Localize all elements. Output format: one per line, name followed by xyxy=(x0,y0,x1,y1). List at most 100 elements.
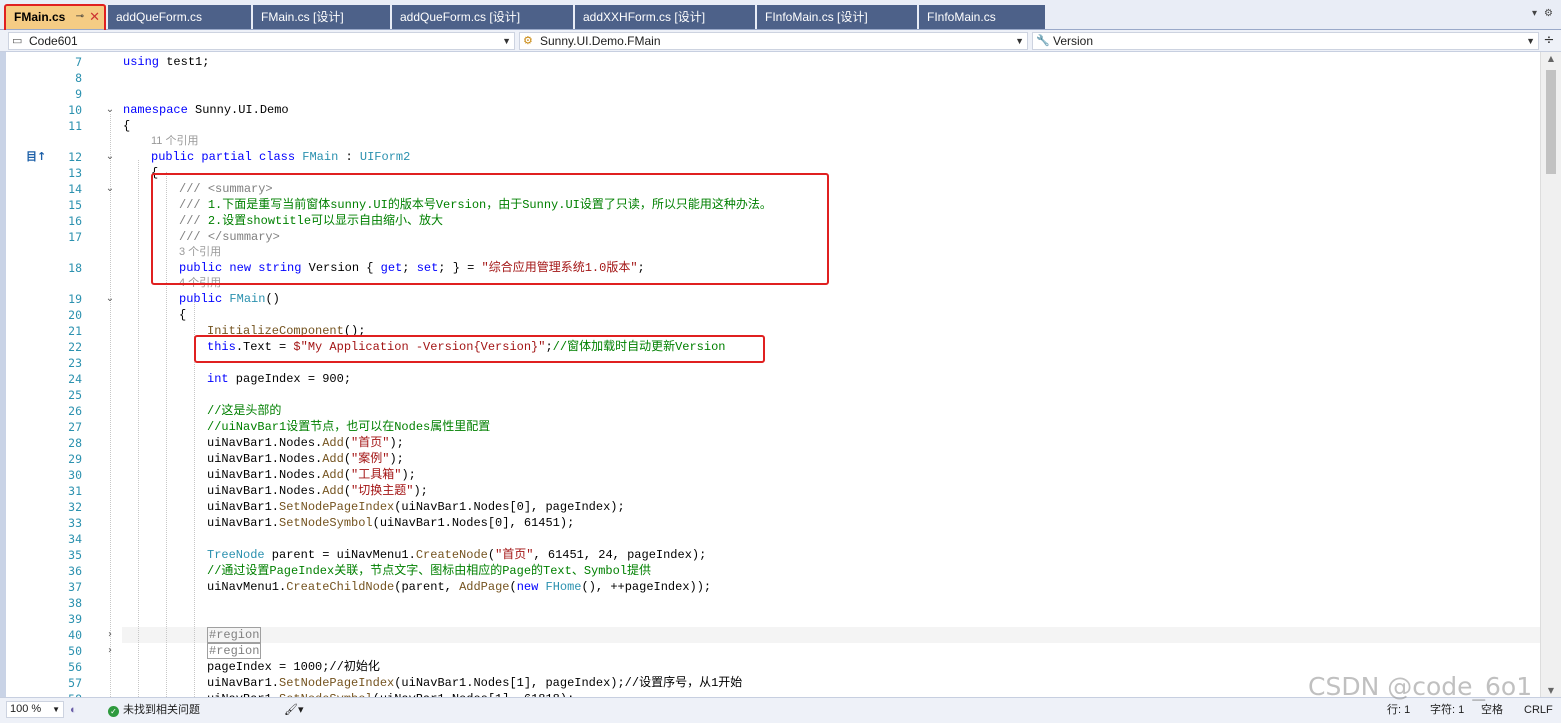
code-line[interactable]: 20 { xyxy=(6,307,1540,323)
chevron-down-icon: ▼ xyxy=(52,705,60,714)
line-number: 7 xyxy=(75,55,82,69)
code-line[interactable]: 12 ⌄ public partial class FMain : UIForm2 xyxy=(6,149,1540,165)
chevron-down-icon: ▼ xyxy=(502,36,511,46)
line-number: 50 xyxy=(68,644,82,658)
collapse-icon[interactable]: ⌄ xyxy=(104,291,116,307)
class-icon: ⚙ xyxy=(523,35,533,47)
check-icon: ✓ xyxy=(108,706,119,717)
code-text: uiNavBar1.Nodes.Add("案例"); xyxy=(207,452,404,466)
code-line[interactable]: 36 //通过设置PageIndex关联，节点文字、图标由相应的Page的Text… xyxy=(6,563,1540,579)
member-dropdown[interactable]: 🔧 Version ▼ xyxy=(1032,32,1539,50)
code-text: //这是头部的 xyxy=(207,404,282,418)
code-line[interactable]: 37 uiNavMenu1.CreateChildNode(parent, Add… xyxy=(6,579,1540,595)
code-line[interactable]: 25 xyxy=(6,387,1540,403)
code-text: uiNavBar1.SetNodePageIndex(uiNavBar1.Nod… xyxy=(207,676,743,690)
code-text: int pageIndex = 900; xyxy=(207,372,352,386)
line-number: 37 xyxy=(68,580,82,594)
codelens-references[interactable]: 11 个引用 xyxy=(151,133,198,149)
line-number: 29 xyxy=(68,452,82,466)
code-line[interactable]: 50 › #region xyxy=(6,643,1540,659)
code-line[interactable]: 34 xyxy=(6,531,1540,547)
scroll-down-icon[interactable]: ▼ xyxy=(1541,686,1561,695)
code-line[interactable]: 19 ⌄ public FMain() xyxy=(6,291,1540,307)
tab-fmain-design[interactable]: FMain.cs [设计] xyxy=(253,5,390,29)
code-line[interactable]: 7 using test1; xyxy=(6,54,1540,70)
code-text: public partial class FMain : UIForm2 xyxy=(151,150,411,164)
code-line[interactable]: 10 ⌄ namespace Sunny.UI.Demo xyxy=(6,102,1540,118)
code-text: //通过设置PageIndex关联，节点文字、图标由相应的Page的Text、S… xyxy=(207,564,652,578)
tab-label: addQueForm.cs xyxy=(116,10,203,24)
code-line[interactable]: 30 uiNavBar1.Nodes.Add("工具箱"); xyxy=(6,467,1540,483)
line-number: 39 xyxy=(68,612,82,626)
code-line[interactable]: 28 uiNavBar1.Nodes.Add("首页"); xyxy=(6,435,1540,451)
tab-addxxhform-design[interactable]: addXXHForm.cs [设计] xyxy=(575,5,755,29)
tab-finfomain-design[interactable]: FInfoMain.cs [设计] xyxy=(757,5,917,29)
code-line[interactable]: 39 xyxy=(6,611,1540,627)
line-number: 8 xyxy=(75,71,82,85)
collapse-icon[interactable]: ⌄ xyxy=(104,181,116,197)
code-line[interactable]: 27 //uiNavBar1设置节点，也可以在Nodes属性里配置 xyxy=(6,419,1540,435)
copilot-icon[interactable]: ◐ xyxy=(70,702,77,718)
code-text: { xyxy=(123,119,131,133)
code-line[interactable]: 8 xyxy=(6,70,1540,86)
line-number: 26 xyxy=(68,404,82,418)
vertical-scrollbar[interactable]: ▲ ▼ xyxy=(1540,52,1561,697)
code-line[interactable]: 9 xyxy=(6,86,1540,102)
code-line[interactable]: 40 › #region xyxy=(6,627,1540,643)
whitespace-indicator[interactable]: 空格 xyxy=(1481,702,1503,718)
line-number: 18 xyxy=(68,261,82,275)
class-name: Sunny.UI.Demo.FMain xyxy=(540,34,661,48)
issues-indicator[interactable]: ✓ 未找到相关问题 xyxy=(108,702,200,718)
code-text: uiNavBar1.Nodes.Add("工具箱"); xyxy=(207,468,416,482)
code-line[interactable]: 32 uiNavBar1.SetNodePageIndex(uiNavBar1.N… xyxy=(6,499,1540,515)
expand-icon[interactable]: › xyxy=(104,643,116,659)
col-indicator[interactable]: 字符: 1 xyxy=(1430,702,1464,718)
brush-icon[interactable]: 🖌▾ xyxy=(284,702,304,718)
tab-addqueform-cs[interactable]: addQueForm.cs xyxy=(108,5,251,29)
line-number: 20 xyxy=(68,308,82,322)
tab-label: FMain.cs [设计] xyxy=(261,10,344,24)
line-number: 19 xyxy=(68,292,82,306)
project-icon: ▭ xyxy=(12,35,23,47)
line-number: 57 xyxy=(68,676,82,690)
tab-overflow-icon[interactable]: ⚙ xyxy=(1544,8,1553,19)
annotation-box-version xyxy=(151,173,829,285)
code-line[interactable]: 35 TreeNode parent = uiNavMenu1.CreateNod… xyxy=(6,547,1540,563)
code-text: TreeNode parent = uiNavMenu1.CreateNode(… xyxy=(207,548,707,562)
eol-indicator[interactable]: CRLF xyxy=(1524,702,1553,718)
zoom-dropdown[interactable]: 100 % ▼ xyxy=(6,701,64,718)
collapse-icon[interactable]: ⌄ xyxy=(104,102,116,118)
line-number: 22 xyxy=(68,340,82,354)
code-line[interactable]: 29 uiNavBar1.Nodes.Add("案例"); xyxy=(6,451,1540,467)
project-dropdown[interactable]: ▭ Code601 ▼ xyxy=(8,32,515,50)
tab-finfomain-cs[interactable]: FInfoMain.cs xyxy=(919,5,1045,29)
code-line[interactable]: 33 uiNavBar1.SetNodeSymbol(uiNavBar1.Node… xyxy=(6,515,1540,531)
code-line[interactable]: 26 //这是头部的 xyxy=(6,403,1540,419)
code-line[interactable]: 11 { xyxy=(6,118,1540,134)
code-text: public FMain() xyxy=(179,292,280,306)
scroll-up-icon[interactable]: ▲ xyxy=(1541,54,1561,63)
class-dropdown[interactable]: ⚙ Sunny.UI.Demo.FMain ▼ xyxy=(519,32,1028,50)
line-number: 56 xyxy=(68,660,82,674)
code-line[interactable]: 31 uiNavBar1.Nodes.Add("切换主题"); xyxy=(6,483,1540,499)
gear-icon[interactable]: ▾ xyxy=(1532,8,1537,19)
line-number: 16 xyxy=(68,214,82,228)
scroll-thumb[interactable] xyxy=(1546,70,1556,174)
collapse-icon[interactable]: ⌄ xyxy=(104,149,116,165)
code-line[interactable]: 38 xyxy=(6,595,1540,611)
code-line[interactable]: 24 int pageIndex = 900; xyxy=(6,371,1540,387)
row-indicator[interactable]: 行: 1 xyxy=(1387,702,1410,718)
line-number: 17 xyxy=(68,230,82,244)
line-number: 24 xyxy=(68,372,82,386)
navigation-bar: ▭ Code601 ▼ ⚙ Sunny.UI.Demo.FMain ▼ 🔧 Ve… xyxy=(0,30,1561,52)
tab-addqueform-design[interactable]: addQueForm.cs [设计] xyxy=(392,5,573,29)
issues-text: 未找到相关问题 xyxy=(123,704,200,716)
line-number: 34 xyxy=(68,532,82,546)
code-editor[interactable]: 目↑ 7 using test1; 8 9 10 ⌄ namespace Sunny.UI.… xyxy=(6,52,1540,697)
split-window-icon[interactable]: ÷ xyxy=(1541,32,1557,50)
line-number: 30 xyxy=(68,468,82,482)
line-number: 14 xyxy=(68,182,82,196)
code-text: //uiNavBar1设置节点，也可以在Nodes属性里配置 xyxy=(207,420,491,434)
annotation-box-text xyxy=(194,335,765,363)
expand-icon[interactable]: › xyxy=(104,627,116,643)
